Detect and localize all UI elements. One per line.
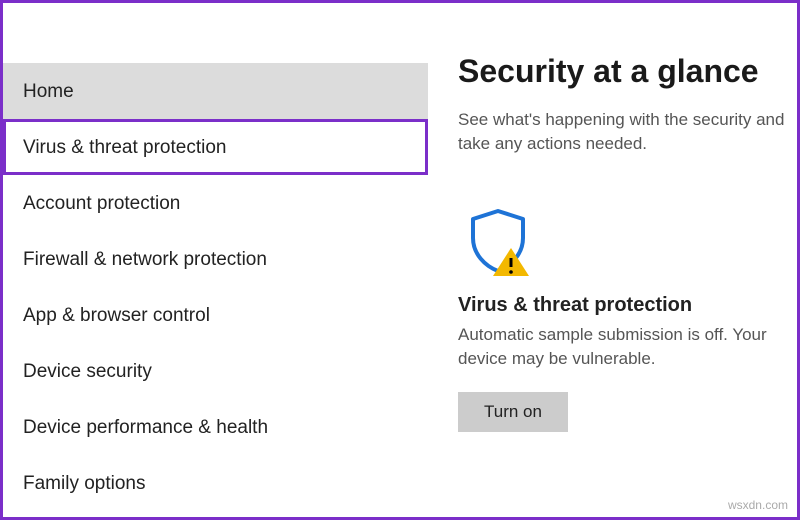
sidebar-item-account-protection[interactable]: Account protection [3,175,428,231]
sidebar-item-label: Account protection [23,193,180,215]
page-title: Security at a glance [458,53,797,90]
sidebar-item-label: Device performance & health [23,417,268,439]
sidebar: Home Virus & threat protection Account p… [3,3,428,517]
sidebar-item-label: App & browser control [23,305,210,327]
sidebar-item-home[interactable]: Home [3,63,428,119]
sidebar-item-device-performance[interactable]: Device performance & health [3,399,428,455]
watermark: wsxdn.com [728,498,788,512]
card-title: Virus & threat protection [458,294,797,317]
shield-warning-icon [463,206,533,276]
virus-threat-card: Virus & threat protection Automatic samp… [458,196,797,432]
sidebar-item-label: Firewall & network protection [23,249,267,271]
sidebar-item-firewall[interactable]: Firewall & network protection [3,231,428,287]
sidebar-item-label: Virus & threat protection [23,137,226,159]
sidebar-item-label: Home [23,81,74,103]
security-window: Home Virus & threat protection Account p… [0,0,800,520]
turn-on-button[interactable]: Turn on [458,392,568,432]
sidebar-item-label: Family options [23,473,146,495]
sidebar-item-label: Device security [23,361,152,383]
sidebar-item-device-security[interactable]: Device security [3,343,428,399]
sidebar-item-app-browser[interactable]: App & browser control [3,287,428,343]
main-panel: Security at a glance See what's happenin… [428,3,797,517]
card-description: Automatic sample submission is off. Your… [458,323,778,372]
sidebar-item-family-options[interactable]: Family options [3,455,428,511]
sidebar-item-virus-threat[interactable]: Virus & threat protection [3,119,428,175]
page-subtitle: See what's happening with the security a… [458,108,797,156]
